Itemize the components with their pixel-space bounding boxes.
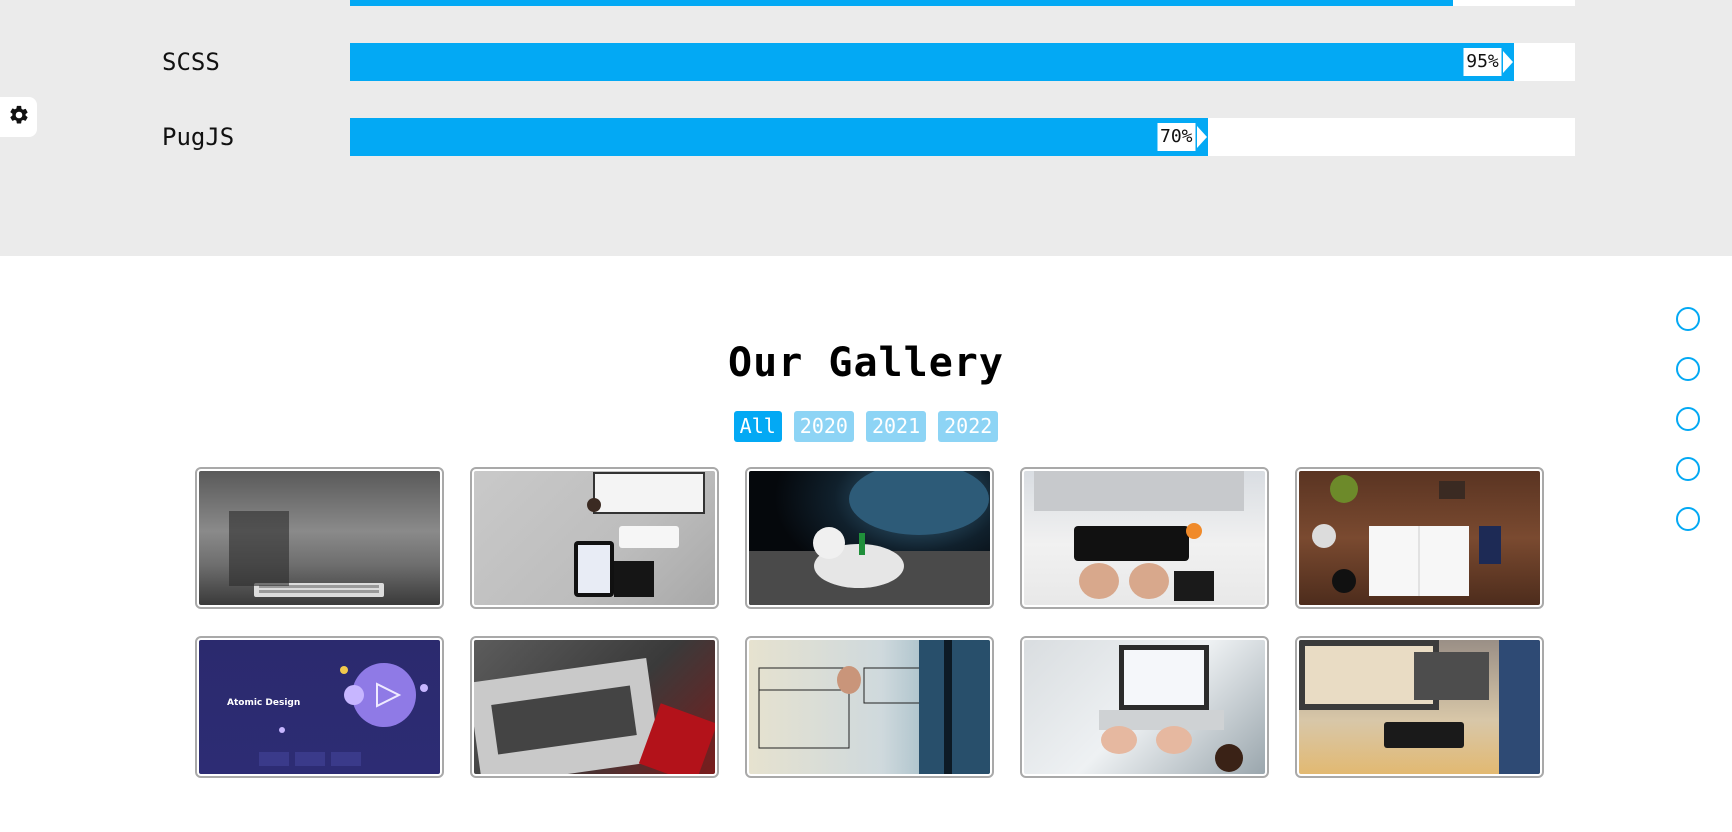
skill-name: SCSS (162, 48, 220, 76)
nav-bullet[interactable] (1676, 307, 1700, 331)
gallery-item[interactable]: Atomic Design (195, 636, 444, 778)
skill-progress-fill (350, 0, 1453, 6)
gallery-item[interactable] (1295, 636, 1544, 778)
gallery-image (1024, 471, 1265, 605)
gallery-item[interactable] (1020, 636, 1269, 778)
nav-bullet[interactable] (1676, 457, 1700, 481)
gallery-item[interactable] (1295, 467, 1544, 609)
gallery-grid: Atomic Design (195, 467, 1544, 778)
gallery-image (474, 471, 715, 605)
gallery-image (1024, 640, 1265, 774)
skill-track: 95% (350, 43, 1575, 81)
gallery-image (199, 471, 440, 605)
gallery-title: Our Gallery (728, 340, 1004, 386)
percent-arrow (1502, 51, 1513, 73)
skill-track (350, 0, 1575, 6)
skill-progress-fill (350, 118, 1208, 156)
gallery-image-caption: Atomic Design (227, 698, 301, 708)
filter-2022-button[interactable]: 2022 (938, 411, 999, 442)
skill-track: 70% (350, 118, 1575, 156)
gallery-image (749, 471, 990, 605)
skill-progress-fill (350, 43, 1514, 81)
gallery-item[interactable] (1020, 467, 1269, 609)
gallery-item[interactable] (195, 467, 444, 609)
skills-section: SCSS 95% PugJS 70% (0, 0, 1732, 256)
section-nav-bullets (1676, 307, 1700, 531)
filter-2021-button[interactable]: 2021 (865, 411, 927, 442)
filter-2020-button[interactable]: 2020 (793, 411, 854, 442)
gallery-image (474, 640, 715, 774)
gallery-image (1299, 471, 1540, 605)
percent-arrow (1196, 126, 1207, 148)
gallery-filters: All 2020 2021 2022 (0, 411, 1732, 442)
gallery-image: Atomic Design (199, 640, 440, 774)
filter-all-button[interactable]: All (733, 411, 782, 442)
skill-percent-label: 95% (1463, 48, 1502, 76)
gallery-item[interactable] (745, 636, 994, 778)
skill-row-partial (0, 0, 1732, 6)
skill-row-scss: SCSS 95% (0, 43, 1732, 81)
gallery-item[interactable] (470, 467, 719, 609)
skill-percent-label: 70% (1156, 123, 1196, 151)
gallery-item[interactable] (745, 467, 994, 609)
nav-bullet[interactable] (1676, 407, 1700, 431)
gear-icon (8, 104, 30, 130)
nav-bullet[interactable] (1676, 357, 1700, 381)
gallery-image (1299, 640, 1540, 774)
skill-name: PugJS (162, 123, 235, 151)
skill-row-pugjs: PugJS 70% (0, 118, 1732, 156)
settings-toggle-button[interactable] (0, 97, 37, 137)
nav-bullet[interactable] (1676, 507, 1700, 531)
gallery-item[interactable] (470, 636, 719, 778)
gallery-image (749, 640, 990, 774)
